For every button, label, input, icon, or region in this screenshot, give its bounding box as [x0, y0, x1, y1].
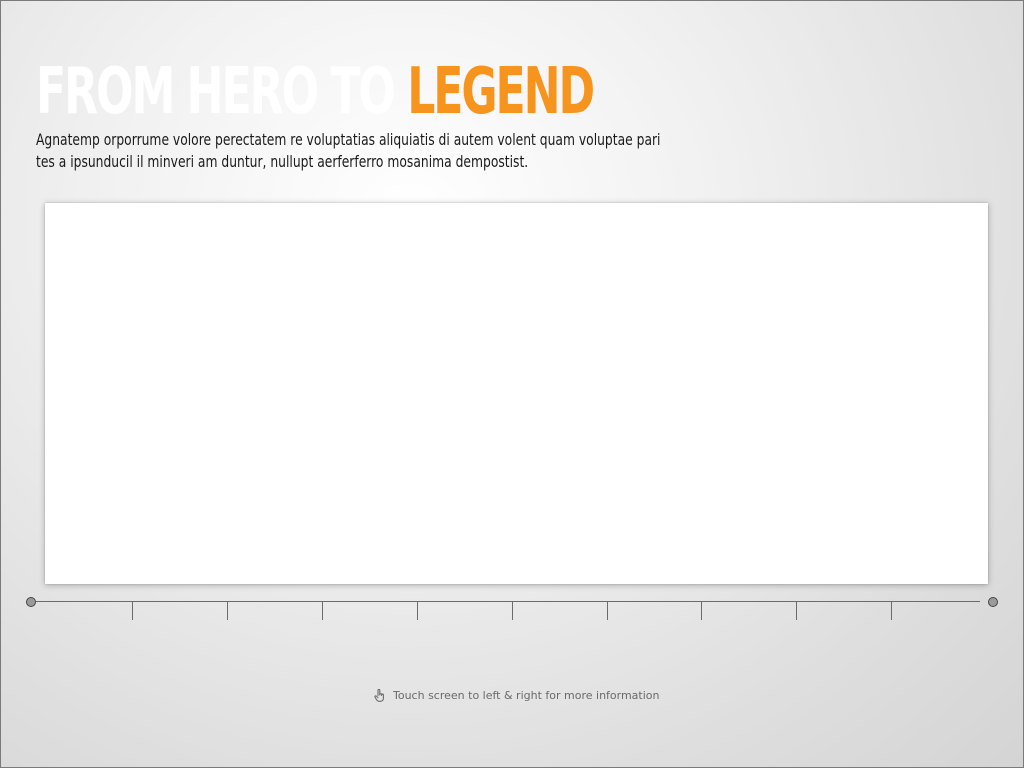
- content-panel[interactable]: [45, 203, 988, 584]
- timeline-start-knob[interactable]: [26, 597, 36, 607]
- timeline-end-knob[interactable]: [988, 597, 998, 607]
- touch-hint-text: Touch screen to left & right for more in…: [393, 688, 660, 702]
- title-legend-text: LEGEND: [407, 55, 595, 129]
- touch-hint: Touch screen to left & right for more in…: [374, 686, 660, 704]
- subtitle-line-2: tes a ipsunducil il minveri am duntur, n…: [36, 152, 529, 171]
- title-hero-text: FROM HERO TO: [36, 55, 408, 129]
- touch-hand-icon: [374, 688, 386, 702]
- page-title: FROM HERO TO LEGEND: [36, 52, 595, 132]
- page-subtitle: Agnatemp orporrume volore perectatem re …: [36, 129, 714, 173]
- subtitle-line-1: Agnatemp orporrume volore perectatem re …: [36, 130, 661, 149]
